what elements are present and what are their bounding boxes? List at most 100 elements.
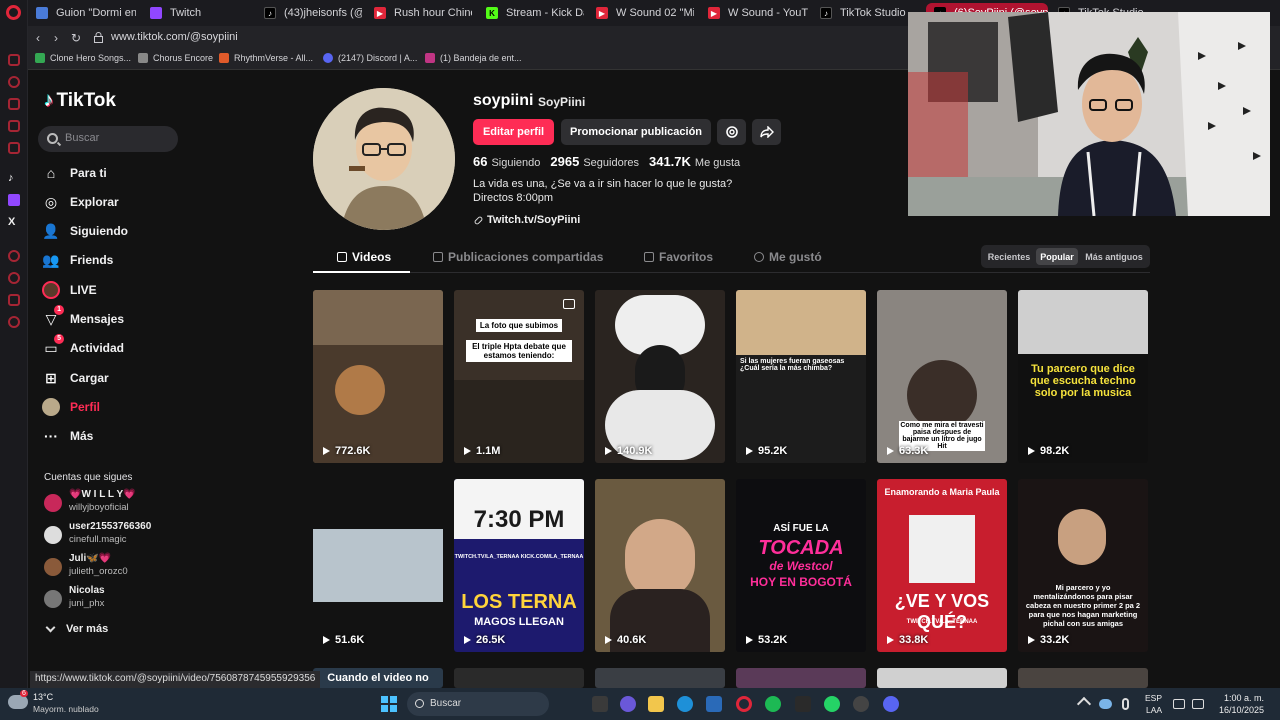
nav-explorar[interactable]: ◎ Explorar [42, 190, 202, 214]
tab-reposts[interactable]: Publicaciones compartidas [433, 250, 603, 264]
epic-games-icon[interactable] [795, 696, 811, 712]
video-thumbnail[interactable]: Si las mujeres fueran gaseosas ¿Cuál ser… [736, 290, 866, 463]
stat-followers[interactable]: 2965 Seguidores [550, 154, 639, 169]
network-icon[interactable] [1173, 699, 1185, 709]
browser-tab[interactable]: K Stream - Kick Dashb [486, 3, 584, 23]
browser-tab[interactable]: Guion "Dormi en los a [36, 3, 136, 23]
tab-favorites[interactable]: Favoritos [644, 250, 713, 264]
sidebar-app-icon[interactable] [8, 98, 20, 110]
edit-profile-button[interactable]: Editar perfil [473, 119, 554, 145]
taskview-icon[interactable] [592, 696, 608, 712]
video-thumbnail[interactable] [595, 668, 725, 688]
see-more-button[interactable]: Ver más [44, 622, 108, 635]
windows-start-icon[interactable] [381, 696, 397, 712]
discord-icon[interactable] [883, 696, 899, 712]
video-thumbnail[interactable]: 140.9K [595, 290, 725, 463]
volume-icon[interactable] [1192, 699, 1204, 709]
onedrive-icon[interactable] [1099, 699, 1112, 709]
video-thumbnail[interactable]: Mi parcero y yo mentalizándonos para pis… [1018, 479, 1148, 652]
video-thumbnail[interactable] [1018, 668, 1148, 688]
reload-icon[interactable]: ↻ [71, 31, 81, 45]
promote-post-button[interactable]: Promocionar publicación [561, 119, 711, 145]
bookmark[interactable]: Clone Hero Songs... [35, 53, 131, 63]
search-input[interactable]: Buscar [38, 126, 178, 152]
spotify-icon[interactable] [765, 696, 781, 712]
language-indicator[interactable]: ESP [1145, 693, 1162, 703]
browser-tab[interactable]: ▶ W Sound 02 "Mi Nov [596, 3, 694, 23]
tiktok-app-icon[interactable]: ♪ [8, 172, 20, 184]
opera-logo-icon[interactable] [6, 5, 21, 20]
browser-tab[interactable]: ♪ TikTok Studio [820, 3, 920, 23]
sidebar-app-icon[interactable] [8, 294, 20, 306]
sidebar-app-icon[interactable] [8, 142, 20, 154]
url-field[interactable]: www.tiktok.com/@soypiini [111, 31, 238, 43]
video-thumbnail[interactable]: Enamorando a Maria Paula ¿VE Y VOS QUÉ? … [877, 479, 1007, 652]
settings-icon[interactable] [8, 316, 20, 328]
sidebar-app-icon[interactable] [8, 120, 20, 132]
clock-time[interactable]: 1:00 a. m. [1214, 693, 1264, 703]
bookmark[interactable]: (1) Bandeja de ent... [425, 53, 522, 63]
stat-following[interactable]: 66 Siguiendo [473, 154, 540, 169]
whatsapp-icon[interactable] [824, 696, 840, 712]
video-thumbnail[interactable]: La foto que subimos El triple Hpta debat… [454, 290, 584, 463]
video-thumbnail[interactable] [454, 668, 584, 688]
sidebar-app-icon[interactable] [8, 76, 20, 88]
video-thumbnail[interactable] [736, 668, 866, 688]
back-icon[interactable]: ‹ [36, 31, 40, 45]
chevron-up-icon[interactable] [1076, 696, 1092, 712]
taskbar-search[interactable]: Buscar [407, 692, 549, 716]
nav-perfil[interactable]: Perfil [42, 395, 202, 419]
edge-icon[interactable] [677, 696, 693, 712]
video-thumbnail[interactable]: Como me mira el travesti paisa despues d… [877, 290, 1007, 463]
obs-icon[interactable] [853, 696, 869, 712]
followed-account[interactable]: Juli🦋💗 julieth_orozc0 [44, 552, 214, 580]
followed-account[interactable]: Nicolas juni_phx [44, 584, 214, 612]
tab-liked[interactable]: Me gustó [754, 250, 822, 264]
clock-date[interactable]: 16/10/2025 [1208, 705, 1264, 715]
settings-button[interactable] [717, 119, 746, 145]
sidebar-app-icon[interactable] [8, 54, 20, 66]
browser-tab[interactable]: ♪ (43)jheisonfs (@jheis [264, 3, 362, 23]
bookmark[interactable]: Chorus Encore [138, 53, 213, 63]
tiktok-logo[interactable]: ♪ TikTok [44, 90, 116, 112]
video-thumbnail[interactable]: 40.6K [595, 479, 725, 652]
nav-para-ti[interactable]: ⌂ Para ti [42, 161, 202, 185]
nav-live[interactable]: LIVE [42, 278, 202, 302]
nav-actividad[interactable]: ▭ 5 Actividad [42, 334, 202, 360]
video-thumbnail[interactable]: Tu parcero que dice que escucha techno s… [1018, 290, 1148, 463]
browser-tab[interactable]: ▶ Rush hour Chinese g [374, 3, 472, 23]
nav-friends[interactable]: 👥 Friends [42, 248, 202, 272]
microphone-icon[interactable] [1122, 698, 1129, 710]
video-thumbnail[interactable]: Cuando el video no [313, 668, 443, 688]
history-icon[interactable] [8, 272, 20, 284]
copilot-icon[interactable] [620, 696, 636, 712]
nav-cargar[interactable]: ⊞ Cargar [42, 366, 202, 390]
sort-oldest[interactable]: Más antiguos [1081, 248, 1147, 265]
twitch-app-icon[interactable] [8, 194, 20, 206]
video-thumbnail[interactable]: 772.6K [313, 290, 443, 463]
store-icon[interactable] [706, 696, 722, 712]
tab-videos[interactable]: Videos [337, 250, 391, 264]
share-button[interactable] [752, 119, 781, 145]
nav-mensajes[interactable]: ▽ 1 Mensajes [42, 305, 202, 331]
followed-account[interactable]: 💗W I L L Y💗 willyjboyoficial [44, 488, 214, 516]
opera-icon[interactable] [736, 696, 752, 712]
followed-account[interactable]: user21553766360 cinefull.magic [44, 520, 214, 548]
bookmark[interactable]: (2147) Discord | A... [323, 53, 417, 63]
profile-avatar[interactable] [313, 88, 455, 230]
sort-popular[interactable]: Popular [1036, 248, 1078, 265]
sidebar-app-icon[interactable] [8, 250, 20, 262]
nav-siguiendo[interactable]: 👤 Siguiendo [42, 219, 202, 243]
video-thumbnail[interactable]: 7:30 PM TWITCH.TV/LA_TERNAA KICK.COM/LA_… [454, 479, 584, 652]
file-explorer-icon[interactable] [648, 696, 664, 712]
video-thumbnail[interactable]: 51.6K [313, 479, 443, 652]
video-thumbnail[interactable]: ASÍ FUE LA TOCADA de Westcol HOY EN BOGO… [736, 479, 866, 652]
video-thumbnail[interactable] [877, 668, 1007, 688]
sort-recent[interactable]: Recientes [984, 248, 1034, 265]
browser-tab[interactable]: Twitch [150, 3, 250, 23]
x-app-icon[interactable]: X [8, 216, 20, 228]
forward-icon[interactable]: › [54, 31, 58, 45]
nav-mas[interactable]: ··· Más [42, 424, 202, 448]
bookmark[interactable]: RhythmVerse - All... [219, 53, 313, 63]
browser-tab[interactable]: ▶ W Sound - YouTube [708, 3, 808, 23]
